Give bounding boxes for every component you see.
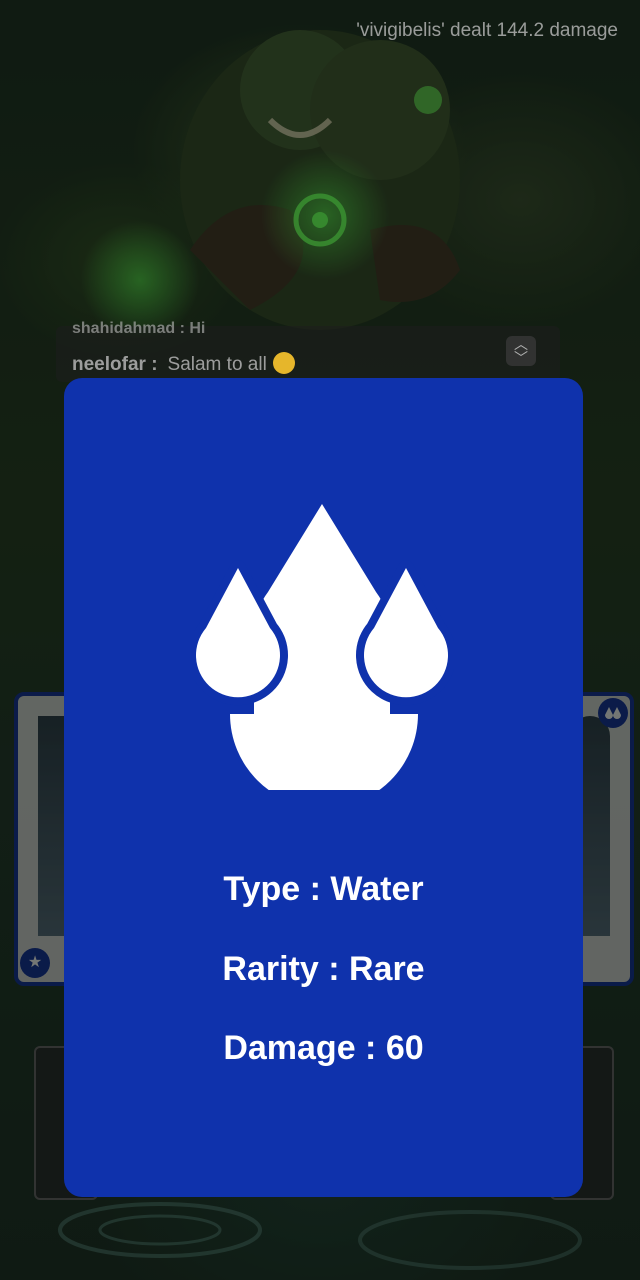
chat-message-text: Salam to all [167,354,267,375]
chat-panel[interactable]: shahidahmad : Hi neelofar : Salam to all … [56,320,560,382]
smile-emoji-icon [272,352,295,374]
card-rarity: Rarity : Rare [222,950,425,988]
card-type: Type : Water [223,870,424,908]
combat-log-message: 'vivigibelis' dealt 144.2 damage [356,20,618,41]
card-damage: Damage : 60 [223,1029,424,1067]
chat-username[interactable]: neelofar : [72,354,158,375]
chat-message-row: neelofar : Salam to all [72,352,295,376]
chevron-up-down-icon[interactable]: ︿ ﹀ [506,336,536,366]
water-drops-icon [194,504,454,790]
chat-previous-line: shahidahmad : Hi [72,320,206,334]
game-screen: ★ 'vivigibelis' dealt 144.2 damage shahi… [0,0,640,1280]
